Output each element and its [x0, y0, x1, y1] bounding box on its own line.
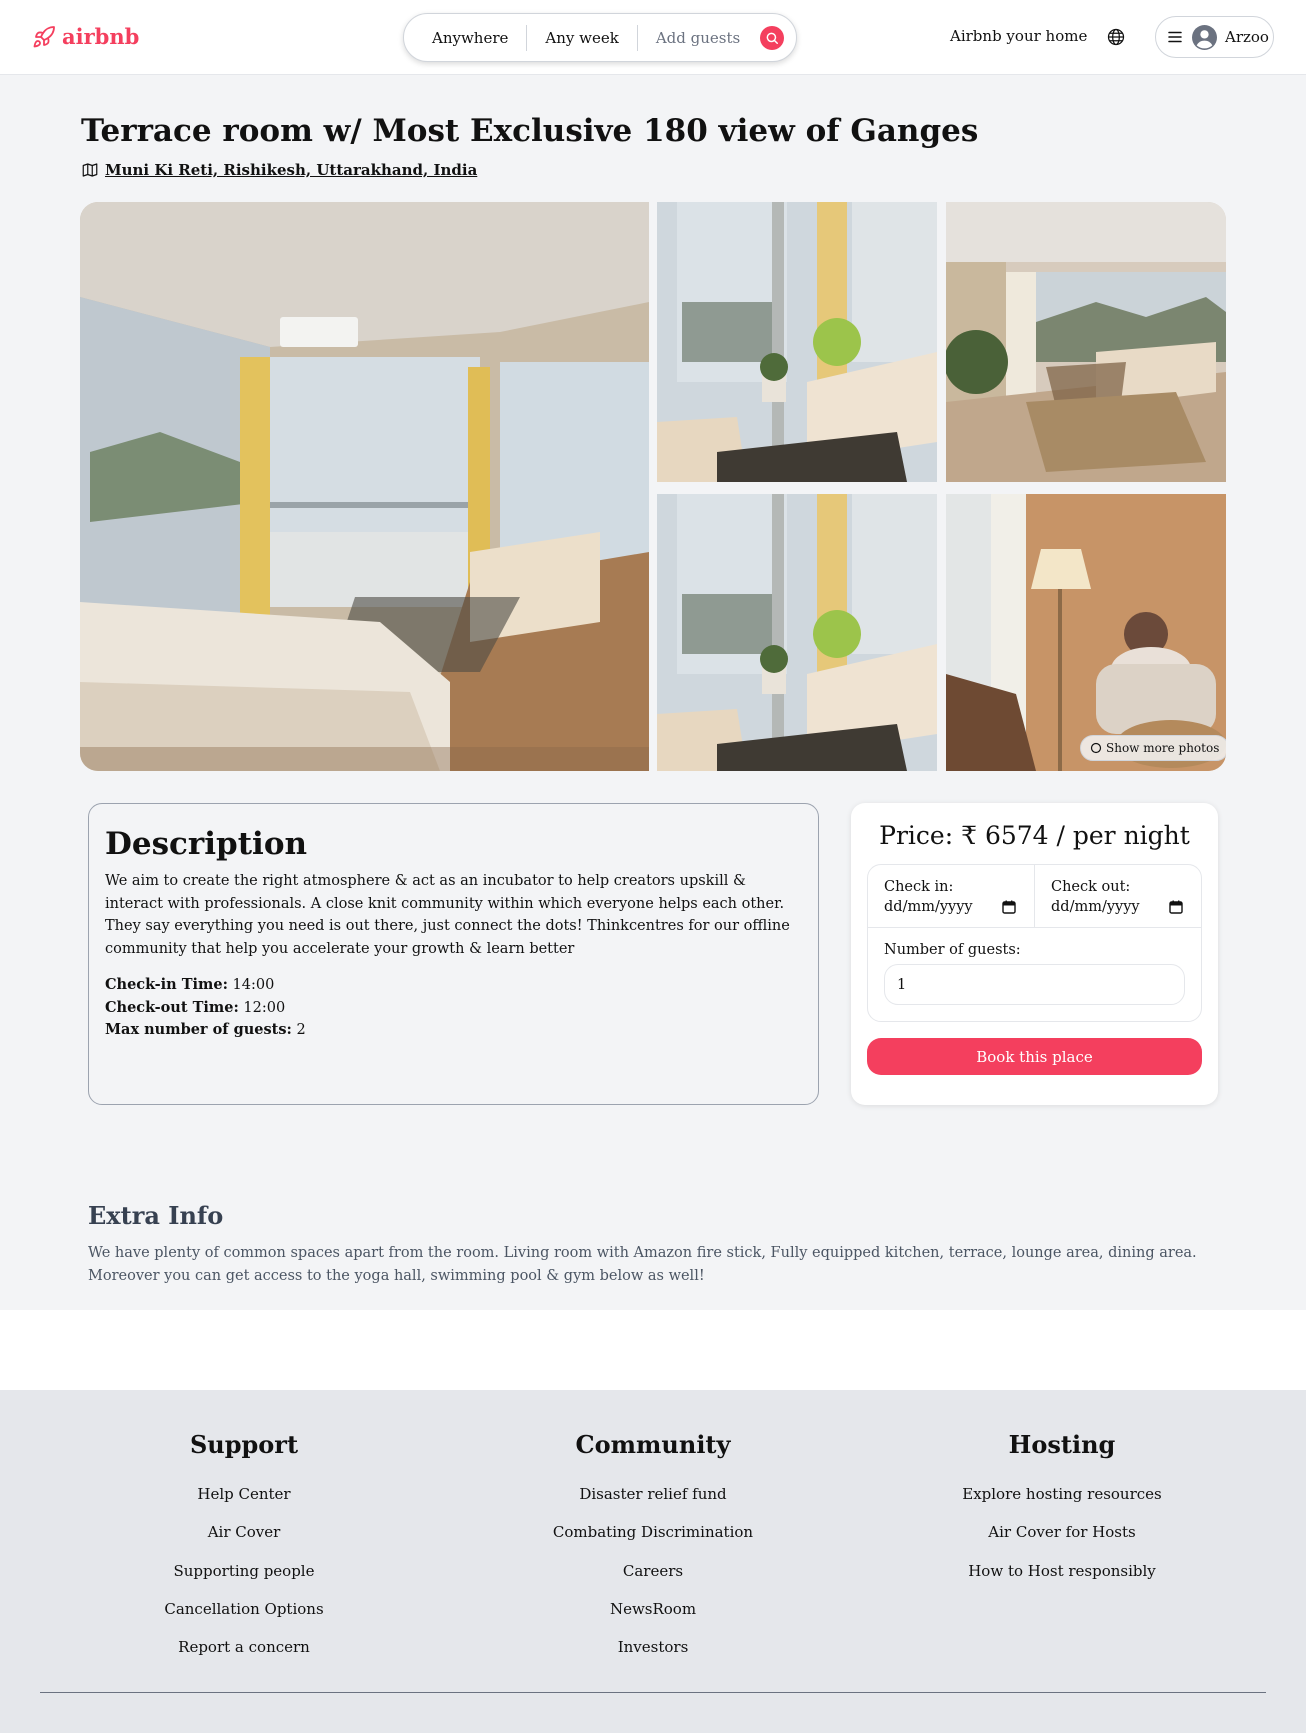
user-menu-button[interactable]: Arzoo — [1155, 16, 1274, 58]
globe-icon[interactable] — [1106, 27, 1126, 47]
address-link[interactable]: Muni Ki Reti, Rishikesh, Uttarakhand, In… — [105, 161, 477, 179]
extra-info-text: We have plenty of common spaces apart fr… — [88, 1245, 1197, 1284]
footer-hosting-heading: Hosting — [1008, 1430, 1116, 1459]
top-navbar: airbnb Anywhere Any week Add guests Airb… — [0, 0, 1306, 75]
guests-field: Number of guests: 1 — [868, 928, 1201, 1021]
checkin-input[interactable]: dd/mm/yyyy — [884, 899, 1018, 915]
rocket-icon — [33, 25, 55, 47]
footer-link[interactable]: Investors — [503, 1628, 803, 1666]
search-bar[interactable]: Anywhere Any week Add guests — [403, 13, 797, 62]
checkin-time-label: Check-in Time: — [105, 976, 228, 993]
footer-link[interactable]: Air Cover — [94, 1513, 394, 1551]
user-name: Arzoo — [1225, 28, 1269, 46]
search-where[interactable]: Anywhere — [404, 29, 526, 47]
checkout-label: Check out: — [1051, 879, 1131, 895]
checkout-time-value: 12:00 — [243, 999, 286, 1016]
checkin-time-value: 14:00 — [232, 977, 275, 993]
calendar-icon[interactable] — [1002, 900, 1016, 914]
photo-living-corner-2[interactable] — [657, 494, 937, 771]
circle-icon — [1090, 742, 1102, 754]
footer-support-column: Support Help Center Air Cover Supporting… — [94, 1430, 394, 1666]
photo-living-corner[interactable] — [657, 202, 937, 482]
max-guests-label: Max number of guests: — [105, 1021, 292, 1038]
description-card: Description We aim to create the right a… — [88, 803, 819, 1105]
search-guests[interactable]: Add guests — [638, 29, 758, 47]
book-this-place-button[interactable]: Book this place — [867, 1038, 1202, 1075]
max-guests-row: Max number of guests: 2 — [105, 1019, 802, 1042]
logo-text: airbnb — [62, 24, 140, 49]
footer-link[interactable]: Careers — [503, 1552, 803, 1590]
checkin-label: Check in: — [884, 879, 954, 895]
calendar-icon[interactable] — [1169, 900, 1183, 914]
footer-support-heading: Support — [189, 1430, 299, 1459]
footer-community-heading: Community — [575, 1430, 731, 1459]
photo-main-bedroom[interactable] — [80, 202, 649, 771]
search-icon — [766, 32, 779, 44]
description-heading: Description — [105, 826, 308, 862]
checkin-placeholder: dd/mm/yyyy — [884, 899, 973, 915]
footer-link[interactable]: Combating Discrimination — [503, 1513, 803, 1551]
checkout-time-label: Check-out Time: — [105, 998, 239, 1016]
extra-info-heading: Extra Info — [88, 1201, 224, 1230]
listing-facts: Check-in Time: 14:00 Check-out Time: 12:… — [105, 974, 802, 1042]
photo-gallery: Show more photos — [80, 202, 1226, 771]
show-more-photos-label: Show more photos — [1106, 741, 1220, 755]
checkout-field[interactable]: Check out: dd/mm/yyyy — [1034, 865, 1201, 927]
avatar-icon — [1192, 24, 1217, 50]
footer-link[interactable]: Disaster relief fund — [503, 1475, 803, 1513]
date-inputs: Check in: dd/mm/yyyy Check out: dd/mm/yy… — [868, 865, 1201, 928]
checkin-field[interactable]: Check in: dd/mm/yyyy — [868, 865, 1034, 927]
menu-icon — [1168, 31, 1182, 43]
footer-link[interactable]: How to Host responsibly — [912, 1552, 1212, 1590]
price-per-night: Price: ₹ 6574 / per night — [879, 821, 1190, 850]
site-footer: Support Help Center Air Cover Supporting… — [0, 1390, 1306, 1733]
guests-input[interactable]: 1 — [884, 964, 1185, 1005]
airbnb-logo[interactable]: airbnb — [32, 24, 139, 49]
search-when[interactable]: Any week — [527, 29, 636, 47]
footer-link[interactable]: Help Center — [94, 1475, 394, 1513]
footer-link[interactable]: Air Cover for Hosts — [912, 1513, 1212, 1551]
listing-address: Muni Ki Reti, Rishikesh, Uttarakhand, In… — [81, 161, 477, 179]
map-icon — [82, 163, 98, 177]
photo-reading-corner[interactable] — [946, 494, 1226, 771]
checkout-input[interactable]: dd/mm/yyyy — [1051, 899, 1185, 915]
checkout-time-row: Check-out Time: 12:00 — [105, 997, 802, 1020]
footer-link[interactable]: Cancellation Options — [94, 1590, 394, 1628]
checkout-placeholder: dd/mm/yyyy — [1051, 899, 1140, 915]
booking-widget: Price: ₹ 6574 / per night Check in: dd/m… — [851, 803, 1218, 1105]
footer-link[interactable]: Explore hosting resources — [912, 1475, 1212, 1513]
show-more-photos-button[interactable]: Show more photos — [1080, 735, 1226, 761]
spacer-band — [0, 1310, 1306, 1390]
guests-label: Number of guests: — [884, 942, 1021, 958]
host-your-home-link[interactable]: Airbnb your home — [950, 27, 1087, 45]
footer-link[interactable]: Report a concern — [94, 1628, 394, 1666]
footer-link[interactable]: Supporting people — [94, 1552, 394, 1590]
footer-link[interactable]: NewsRoom — [503, 1590, 803, 1628]
booking-form: Check in: dd/mm/yyyy Check out: dd/mm/yy… — [867, 864, 1202, 1022]
footer-divider — [40, 1692, 1266, 1693]
search-button[interactable] — [760, 25, 785, 50]
description-text: We aim to create the right atmosphere & … — [105, 873, 790, 957]
listing-title: Terrace room w/ Most Exclusive 180 view … — [81, 113, 979, 149]
footer-community-column: Community Disaster relief fund Combating… — [503, 1430, 803, 1666]
photo-living-area[interactable] — [946, 202, 1226, 482]
footer-hosting-column: Hosting Explore hosting resources Air Co… — [912, 1430, 1212, 1590]
checkin-time-row: Check-in Time: 14:00 — [105, 974, 802, 997]
max-guests-value: 2 — [296, 1022, 306, 1038]
